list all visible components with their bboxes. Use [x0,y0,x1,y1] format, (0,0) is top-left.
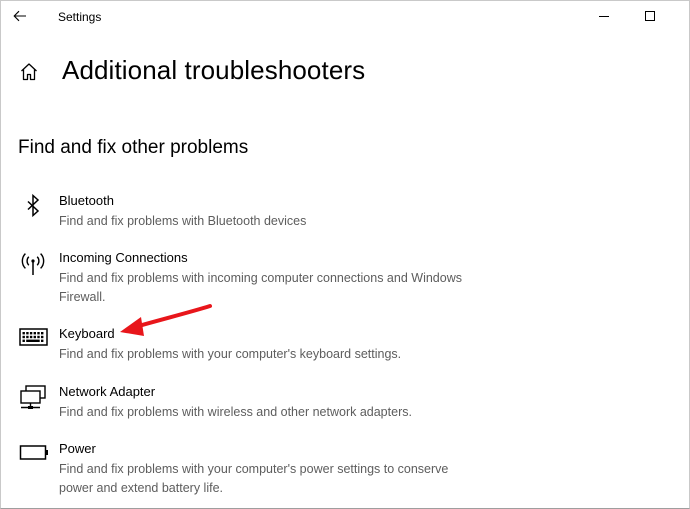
app-title: Settings [58,10,102,24]
troubleshooter-name: Keyboard [59,326,115,341]
section-title: Find and fix other problems [18,137,249,158]
troubleshooter-description: Find and fix problems with incoming comp… [59,271,462,304]
minimize-icon [599,16,609,17]
settings-window: Settings Additional troubleshooters Find… [0,0,690,509]
home-button[interactable] [18,61,40,83]
back-button[interactable] [7,5,33,27]
back-arrow-icon [13,10,26,22]
battery-icon [19,445,48,460]
home-icon [21,63,37,81]
troubleshooter-description: Find and fix problems with wireless and … [59,405,412,419]
maximize-button[interactable] [627,1,673,31]
page-title: Additional troubleshooters [62,55,366,85]
troubleshooter-name: Bluetooth [59,193,114,208]
troubleshooter-name: Incoming Connections [59,250,188,265]
antenna-icon [21,253,45,275]
troubleshooter-name: Network Adapter [59,384,156,399]
troubleshooter-description: Find and fix problems with Bluetooth dev… [59,214,307,228]
maximize-icon [645,11,655,21]
keyboard-icon [19,328,48,346]
troubleshooter-name: Power [59,441,96,456]
bluetooth-icon [27,193,40,218]
troubleshooter-description: Find and fix problems with your computer… [59,462,449,495]
title-bar: Settings [1,1,689,33]
minimize-button[interactable] [581,1,627,31]
troubleshooter-description: Find and fix problems with your computer… [59,347,402,361]
network-adapter-icon [20,385,46,409]
